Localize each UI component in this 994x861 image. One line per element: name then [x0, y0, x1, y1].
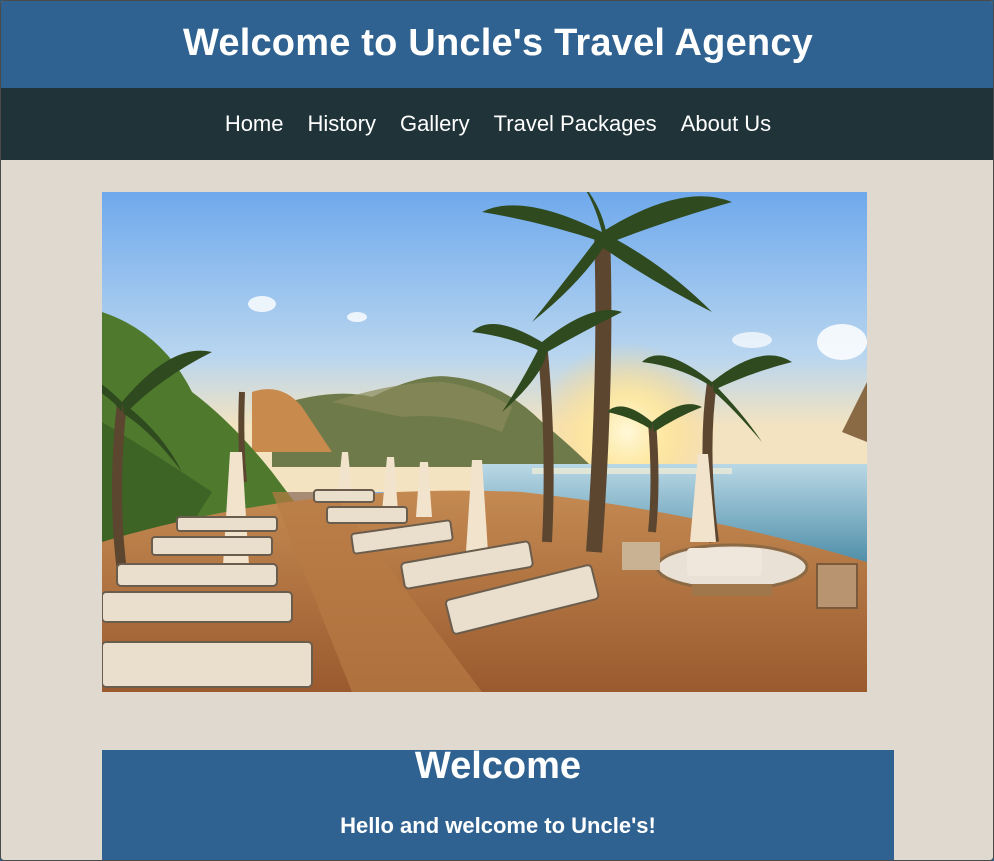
page: Welcome to Uncle's Travel Agency Home Hi… — [0, 0, 994, 861]
hero-image — [102, 192, 867, 692]
nav-item-travel-packages[interactable]: Travel Packages — [494, 113, 657, 135]
welcome-section: Welcome Hello and welcome to Uncle's! — [102, 745, 894, 860]
welcome-heading: Welcome — [414, 745, 582, 787]
site-title: Welcome to Uncle's Travel Agency — [182, 22, 813, 64]
nav-item-gallery[interactable]: Gallery — [400, 113, 470, 135]
nav-item-history[interactable]: History — [308, 113, 376, 135]
welcome-text: Hello and welcome to Uncle's! — [340, 813, 656, 838]
nav-item-about-us[interactable]: About Us — [681, 113, 772, 135]
nav-item-home[interactable]: Home — [225, 113, 284, 135]
site-header: Welcome to Uncle's Travel Agency — [1, 1, 993, 88]
main-nav: Home History Gallery Travel Packages Abo… — [1, 88, 993, 160]
beach-illustration — [102, 192, 867, 692]
